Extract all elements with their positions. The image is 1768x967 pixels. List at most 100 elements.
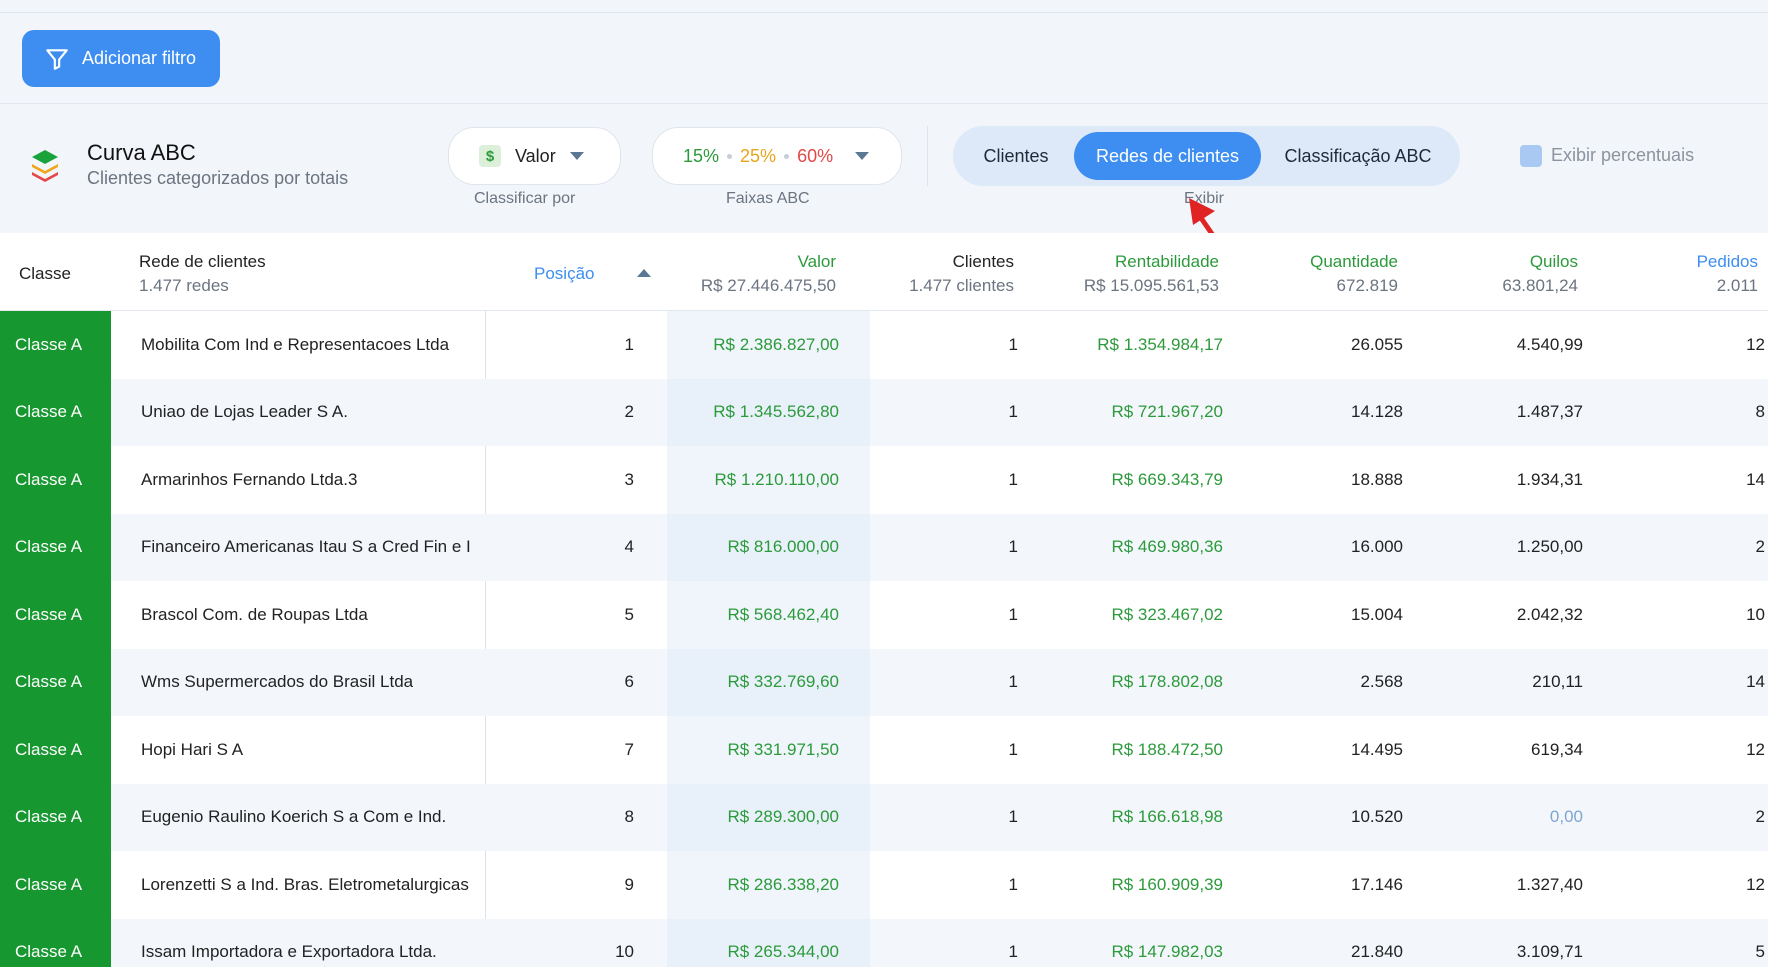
- orders-cell: 5: [1755, 942, 1765, 962]
- separator-dot: [727, 153, 733, 159]
- table-row[interactable]: Classe A Wms Supermercados do Brasil Ltda…: [0, 648, 1768, 717]
- quantity-cell: 14.128: [1351, 402, 1403, 422]
- profitability-cell: R$ 669.343,79: [1111, 469, 1223, 489]
- col-pedidos[interactable]: Pedidos 2.011: [1650, 252, 1758, 296]
- value-cell: R$ 816.000,00: [727, 537, 839, 557]
- band-b-value: 25%: [740, 145, 777, 166]
- sort-by-select[interactable]: $ Valor: [448, 127, 621, 185]
- col-rentabilidade-label: Rentabilidade: [1115, 252, 1219, 271]
- network-name[interactable]: Issam Importadora e Exportadora Ltda.: [141, 919, 485, 967]
- add-filter-label: Adicionar filtro: [82, 48, 197, 68]
- network-name[interactable]: Wms Supermercados do Brasil Ltda: [141, 649, 485, 717]
- position-cell: 5: [624, 604, 634, 624]
- network-name[interactable]: Hopi Hari S A: [141, 716, 485, 784]
- network-name[interactable]: Uniao de Lojas Leader S A.: [141, 379, 485, 447]
- orders-cell: 12: [1746, 739, 1765, 759]
- kilos-cell: 619,34: [1531, 739, 1583, 759]
- col-quantidade[interactable]: Quantidade 672.819: [1270, 252, 1398, 296]
- profitability-cell: R$ 469.980,36: [1111, 537, 1223, 557]
- clients-cell: 1: [1008, 739, 1018, 759]
- show-percent-checkbox[interactable]: [1520, 145, 1542, 167]
- table-row[interactable]: Classe A Armarinhos Fernando Ltda.3 3 R$ 1.…: [0, 446, 1768, 514]
- orders-cell: 2: [1755, 807, 1765, 827]
- kilos-cell: 1.250,00: [1516, 537, 1583, 557]
- clients-cell: 1: [1008, 874, 1018, 894]
- table-row[interactable]: Classe A Mobilita Com Ind e Representacoe…: [0, 311, 1768, 379]
- view-option-redes-de-clientes[interactable]: Redes de clientes: [1074, 132, 1261, 180]
- profitability-cell: R$ 147.982,03: [1111, 942, 1223, 962]
- quantity-cell: 2.568: [1360, 672, 1403, 692]
- show-percent-label[interactable]: Exibir percentuais: [1551, 145, 1694, 166]
- clients-cell: 1: [1008, 807, 1018, 827]
- quantity-cell: 15.004: [1351, 604, 1403, 624]
- value-cell: R$ 1.345.562,80: [713, 402, 839, 422]
- caret-down-icon: [569, 152, 584, 160]
- clients-cell: 1: [1008, 469, 1018, 489]
- col-valor-label: Valor: [797, 252, 836, 271]
- position-cell: 4: [624, 537, 634, 557]
- table-row[interactable]: Classe A Lorenzetti S a Ind. Bras. Eletro…: [0, 851, 1768, 919]
- quantity-cell: 18.888: [1351, 469, 1403, 489]
- col-classe[interactable]: Classe: [19, 264, 71, 284]
- position-cell: 1: [624, 334, 634, 354]
- col-valor-total: R$ 27.446.475,50: [700, 276, 836, 295]
- col-rede[interactable]: Rede de clientes 1.477 redes: [139, 252, 266, 296]
- position-cell: 10: [615, 942, 634, 962]
- quantity-cell: 16.000: [1351, 537, 1403, 557]
- page-title: Curva ABC: [87, 140, 196, 165]
- position-cell: 2: [624, 402, 634, 422]
- orders-cell: 14: [1746, 672, 1765, 692]
- network-name[interactable]: Eugenio Raulino Koerich S a Com e Ind.: [141, 784, 485, 852]
- profitability-cell: R$ 160.909,39: [1111, 874, 1223, 894]
- view-option-clientes[interactable]: Clientes: [958, 132, 1074, 180]
- clients-cell: 1: [1008, 942, 1018, 962]
- table-row[interactable]: Classe A Brascol Com. de Roupas Ltda 5 R$ 5…: [0, 581, 1768, 649]
- col-quilos[interactable]: Quilos 63.801,24: [1440, 252, 1578, 296]
- table-header: Classe Rede de clientes 1.477 redes Posi…: [0, 233, 1768, 311]
- profitability-cell: R$ 323.467,02: [1111, 604, 1223, 624]
- orders-cell: 10: [1746, 604, 1765, 624]
- class-badge: Classe A: [0, 918, 111, 967]
- profitability-cell: R$ 721.967,20: [1111, 402, 1223, 422]
- col-quantidade-label: Quantidade: [1310, 252, 1398, 271]
- table-body: Classe A Mobilita Com Ind e Representacoe…: [0, 311, 1768, 967]
- kilos-cell: 1.934,31: [1516, 469, 1583, 489]
- profitability-cell: R$ 178.802,08: [1111, 672, 1223, 692]
- orders-cell: 14: [1746, 469, 1765, 489]
- profitability-cell: R$ 1.354.984,17: [1097, 334, 1223, 354]
- layers-logo-icon: [32, 150, 58, 182]
- network-name[interactable]: Lorenzetti S a Ind. Bras. Eletrometalurg…: [141, 851, 485, 919]
- value-cell: R$ 331.971,50: [727, 739, 839, 759]
- orders-cell: 8: [1755, 402, 1765, 422]
- kilos-cell: 1.327,40: [1516, 874, 1583, 894]
- add-filter-button[interactable]: Adicionar filtro: [22, 30, 220, 87]
- toolbar-vertical-divider: [927, 126, 928, 186]
- col-clientes[interactable]: Clientes 1.477 clientes: [880, 252, 1014, 296]
- top-divider: [0, 12, 1768, 13]
- col-rentabilidade[interactable]: Rentabilidade R$ 15.095.561,53: [1040, 252, 1219, 296]
- kilos-cell: 0,00: [1549, 807, 1583, 827]
- value-cell: R$ 568.462,40: [727, 604, 839, 624]
- table-row[interactable]: Classe A Financeiro Americanas Itau S a C…: [0, 513, 1768, 582]
- col-posicao[interactable]: Posição: [534, 264, 594, 284]
- class-badge: Classe A: [0, 648, 111, 716]
- position-cell: 3: [624, 469, 634, 489]
- orders-cell: 12: [1746, 334, 1765, 354]
- network-name[interactable]: Mobilita Com Ind e Representacoes Ltda: [141, 311, 485, 379]
- view-toggle: Clientes Redes de clientes Classificação…: [953, 126, 1460, 186]
- network-name[interactable]: Armarinhos Fernando Ltda.3: [141, 446, 485, 514]
- col-valor[interactable]: Valor R$ 27.446.475,50: [670, 252, 836, 296]
- caret-up-icon[interactable]: [637, 269, 651, 277]
- band-a-value: 15%: [683, 145, 720, 166]
- table-row[interactable]: Classe A Issam Importadora e Exportadora …: [0, 918, 1768, 967]
- table-row[interactable]: Classe A Hopi Hari S A 7 R$ 331.971,50 1 R$ 1…: [0, 716, 1768, 784]
- col-clientes-label: Clientes: [952, 252, 1014, 271]
- view-option-classificacao-abc[interactable]: Classificação ABC: [1261, 132, 1455, 180]
- table-row[interactable]: Classe A Uniao de Lojas Leader S A. 2 R$ 1.…: [0, 378, 1768, 447]
- network-name[interactable]: Brascol Com. de Roupas Ltda: [141, 581, 485, 649]
- clients-cell: 1: [1008, 672, 1018, 692]
- position-cell: 8: [624, 807, 634, 827]
- table-row[interactable]: Classe A Eugenio Raulino Koerich S a Com …: [0, 783, 1768, 852]
- abc-bands-select[interactable]: 15% 25% 60%: [652, 127, 902, 185]
- network-name[interactable]: Financeiro Americanas Itau S a Cred Fin …: [141, 514, 485, 582]
